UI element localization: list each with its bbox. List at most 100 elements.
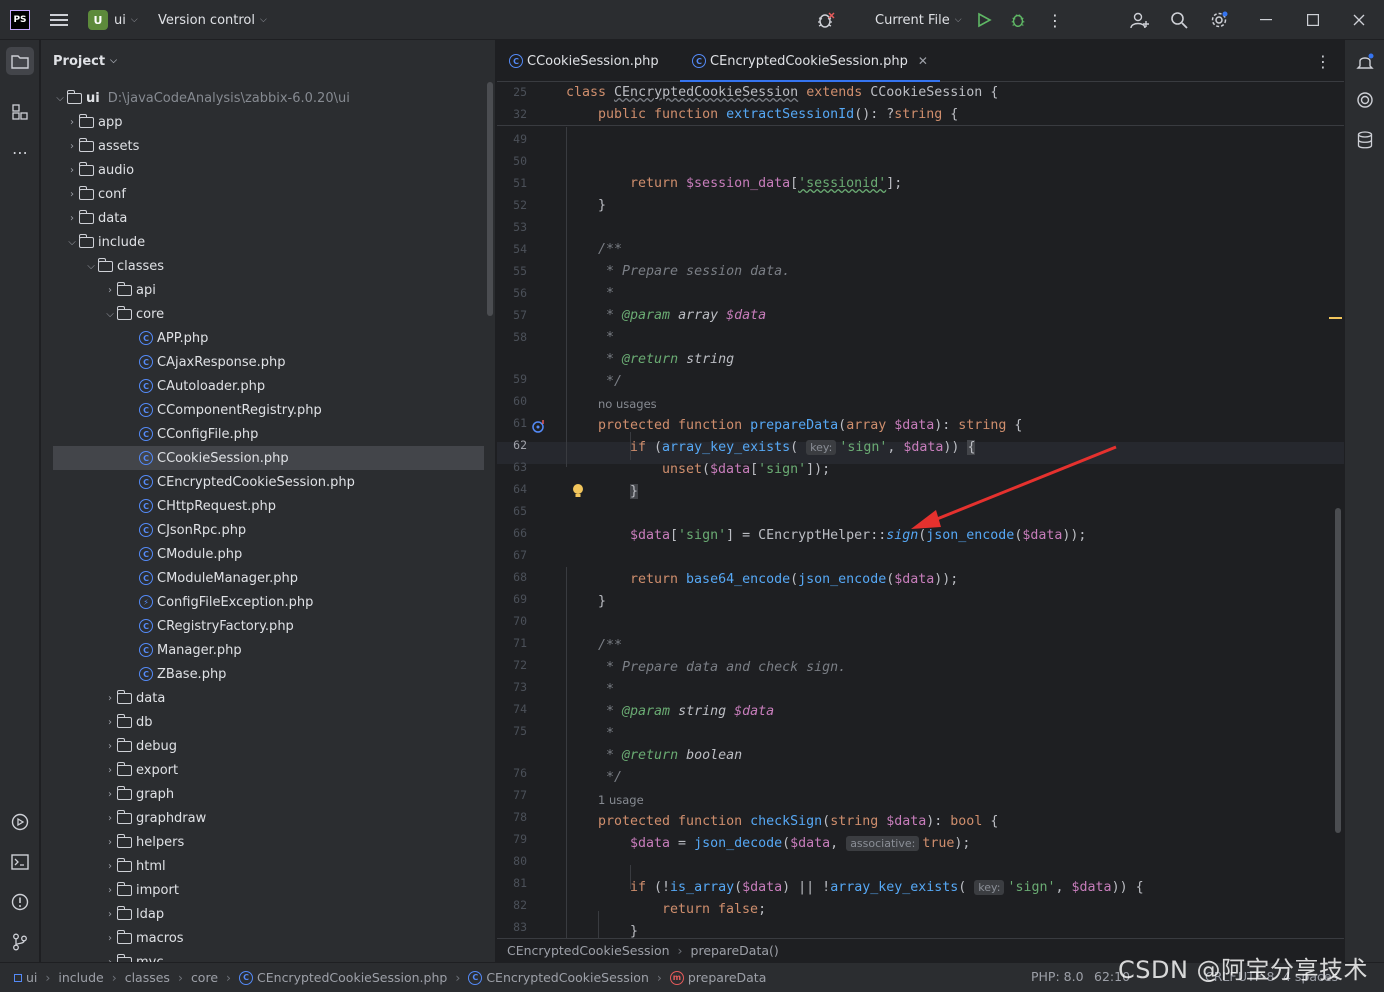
close-icon[interactable] (1353, 0, 1365, 40)
status-path-item[interactable]: prepareData (688, 970, 767, 985)
tree-file[interactable]: C APP.php (139, 326, 208, 350)
tree-file[interactable]: C CJsonRpc.php (139, 518, 246, 542)
tree-folder[interactable]: ⌵ classes (84, 254, 164, 278)
chevron-right-icon[interactable]: › (103, 717, 117, 728)
tree-file[interactable]: C CComponentRegistry.php (139, 398, 322, 422)
tree-folder[interactable]: › graphdraw (103, 806, 206, 830)
tree-file[interactable]: C CCookieSession.php (53, 446, 484, 470)
run-icon[interactable] (976, 0, 992, 40)
chevron-right-icon[interactable]: › (103, 765, 117, 776)
tree-folder[interactable]: › api (103, 278, 156, 302)
terminal-icon[interactable] (6, 848, 34, 876)
breadcrumb-class[interactable]: CEncryptedCookieSession (507, 943, 670, 958)
tree-folder[interactable]: › helpers (103, 830, 184, 854)
project-tool-icon[interactable] (6, 47, 34, 75)
status-path-item[interactable]: classes (125, 970, 170, 985)
tree-file[interactable]: C CModule.php (139, 542, 242, 566)
warning-marker[interactable] (1329, 317, 1342, 319)
minimize-icon[interactable] (1260, 0, 1272, 40)
main-menu-icon[interactable] (50, 0, 68, 40)
status-path-item[interactable]: ui (26, 970, 37, 985)
tree-file[interactable]: C ZBase.php (139, 662, 226, 686)
run-config-select[interactable]: Current File ⌵ (875, 0, 962, 40)
chevron-right-icon[interactable]: › (103, 741, 117, 752)
tree-folder[interactable]: ⌵ include (65, 230, 145, 254)
status-path-item[interactable]: CEncryptedCookieSession.php (257, 970, 447, 985)
tree-folder[interactable]: › conf (65, 182, 126, 206)
git-icon[interactable] (6, 928, 34, 956)
tree-file[interactable]: C CAjaxResponse.php (139, 350, 286, 374)
chevron-right-icon[interactable]: › (103, 861, 117, 872)
project-switcher[interactable]: U ui ⌵ (88, 0, 138, 40)
breadcrumb-method[interactable]: prepareData() (691, 943, 779, 958)
maximize-icon[interactable] (1307, 0, 1319, 40)
chevron-down-icon[interactable]: ⌵ (103, 309, 117, 320)
tab-options-icon[interactable]: ⋮ (1315, 40, 1331, 82)
chevron-right-icon[interactable]: › (65, 213, 79, 224)
structure-tool-icon[interactable] (6, 98, 34, 126)
settings-gear-icon[interactable] (1209, 0, 1229, 40)
tree-file[interactable]: C CRegistryFactory.php (139, 614, 294, 638)
tree-folder[interactable]: › db (103, 710, 153, 734)
phpstorm-logo[interactable]: PS (10, 10, 30, 30)
tree-file[interactable]: C CModuleManager.php (139, 566, 298, 590)
chevron-right-icon[interactable]: › (103, 933, 117, 944)
search-icon[interactable] (1170, 0, 1188, 40)
chevron-right-icon[interactable]: › (103, 789, 117, 800)
tree-file[interactable]: C CAutoloader.php (139, 374, 265, 398)
status-path-item[interactable]: include (58, 970, 103, 985)
status-path-item[interactable]: CEncryptedCookieSession (486, 970, 649, 985)
add-user-icon[interactable] (1130, 0, 1150, 40)
sticky-line-class[interactable]: class CEncryptedCookieSession extends CC… (566, 82, 998, 104)
php-level[interactable]: PHP: 8.0 (1031, 969, 1084, 984)
tree-folder[interactable]: ⌵ core (103, 302, 164, 326)
debug-off-icon[interactable] (815, 0, 835, 40)
project-panel-header[interactable]: Project ⌵ (53, 50, 117, 72)
chevron-right-icon[interactable]: › (65, 141, 79, 152)
sticky-line-method[interactable]: public function extractSessionId(): ?str… (598, 104, 958, 126)
debug-icon[interactable] (1009, 0, 1027, 40)
chevron-down-icon[interactable]: ⌵ (65, 237, 79, 248)
chevron-right-icon[interactable]: › (65, 117, 79, 128)
chevron-right-icon[interactable]: › (65, 189, 79, 200)
more-tools-icon[interactable]: ⋯ (6, 138, 34, 166)
tree-folder[interactable]: › macros (103, 926, 184, 950)
tree-root[interactable]: ⌵ ui D:\javaCodeAnalysis\zabbix-6.0.20\u… (53, 86, 350, 110)
chevron-right-icon[interactable]: › (103, 285, 117, 296)
close-tab-icon[interactable]: ✕ (918, 54, 928, 68)
tree-folder[interactable]: › debug (103, 734, 177, 758)
editor-scrollbar[interactable] (1335, 508, 1341, 833)
tree-file[interactable]: C CConfigFile.php (139, 422, 258, 446)
chevron-down-icon[interactable]: ⌵ (84, 261, 98, 272)
problems-icon[interactable] (6, 888, 34, 916)
ai-assistant-icon[interactable] (1351, 86, 1379, 114)
tree-folder[interactable]: › audio (65, 158, 134, 182)
tab-ccookiesession[interactable]: C CCookieSession.php (509, 40, 659, 82)
code-area[interactable]: return $session_data['sessionid']; } /**… (497, 127, 1344, 938)
tree-folder[interactable]: › ldap (103, 902, 164, 926)
vcs-menu[interactable]: Version control ⌵ (158, 0, 267, 40)
status-path-item[interactable]: core (191, 970, 218, 985)
tree-folder[interactable]: › graph (103, 782, 174, 806)
tree-file[interactable]: ⚡ ConfigFileException.php (139, 590, 313, 614)
chevron-right-icon[interactable]: › (103, 837, 117, 848)
chevron-right-icon[interactable]: › (65, 165, 79, 176)
tree-folder[interactable]: › assets (65, 134, 139, 158)
more-actions-icon[interactable]: ⋮ (1047, 0, 1063, 40)
tree-file[interactable]: C Manager.php (139, 638, 242, 662)
services-icon[interactable] (6, 808, 34, 836)
tree-folder[interactable]: › export (103, 758, 178, 782)
chevron-right-icon[interactable]: › (103, 909, 117, 920)
tab-cencryptedcookiesession[interactable]: C CEncryptedCookieSession.php ✕ (680, 40, 940, 83)
tree-folder[interactable]: › html (103, 854, 166, 878)
database-icon[interactable] (1351, 126, 1379, 154)
chevron-right-icon[interactable]: › (103, 693, 117, 704)
tree-folder[interactable]: › import (103, 878, 179, 902)
chevron-right-icon[interactable]: › (103, 813, 117, 824)
tree-folder[interactable]: › data (103, 686, 165, 710)
notifications-icon[interactable] (1351, 48, 1379, 76)
tree-scrollbar[interactable] (487, 82, 493, 316)
tree-folder[interactable]: › data (65, 206, 127, 230)
tree-file[interactable]: C CEncryptedCookieSession.php (139, 470, 355, 494)
tree-file[interactable]: C CHttpRequest.php (139, 494, 276, 518)
